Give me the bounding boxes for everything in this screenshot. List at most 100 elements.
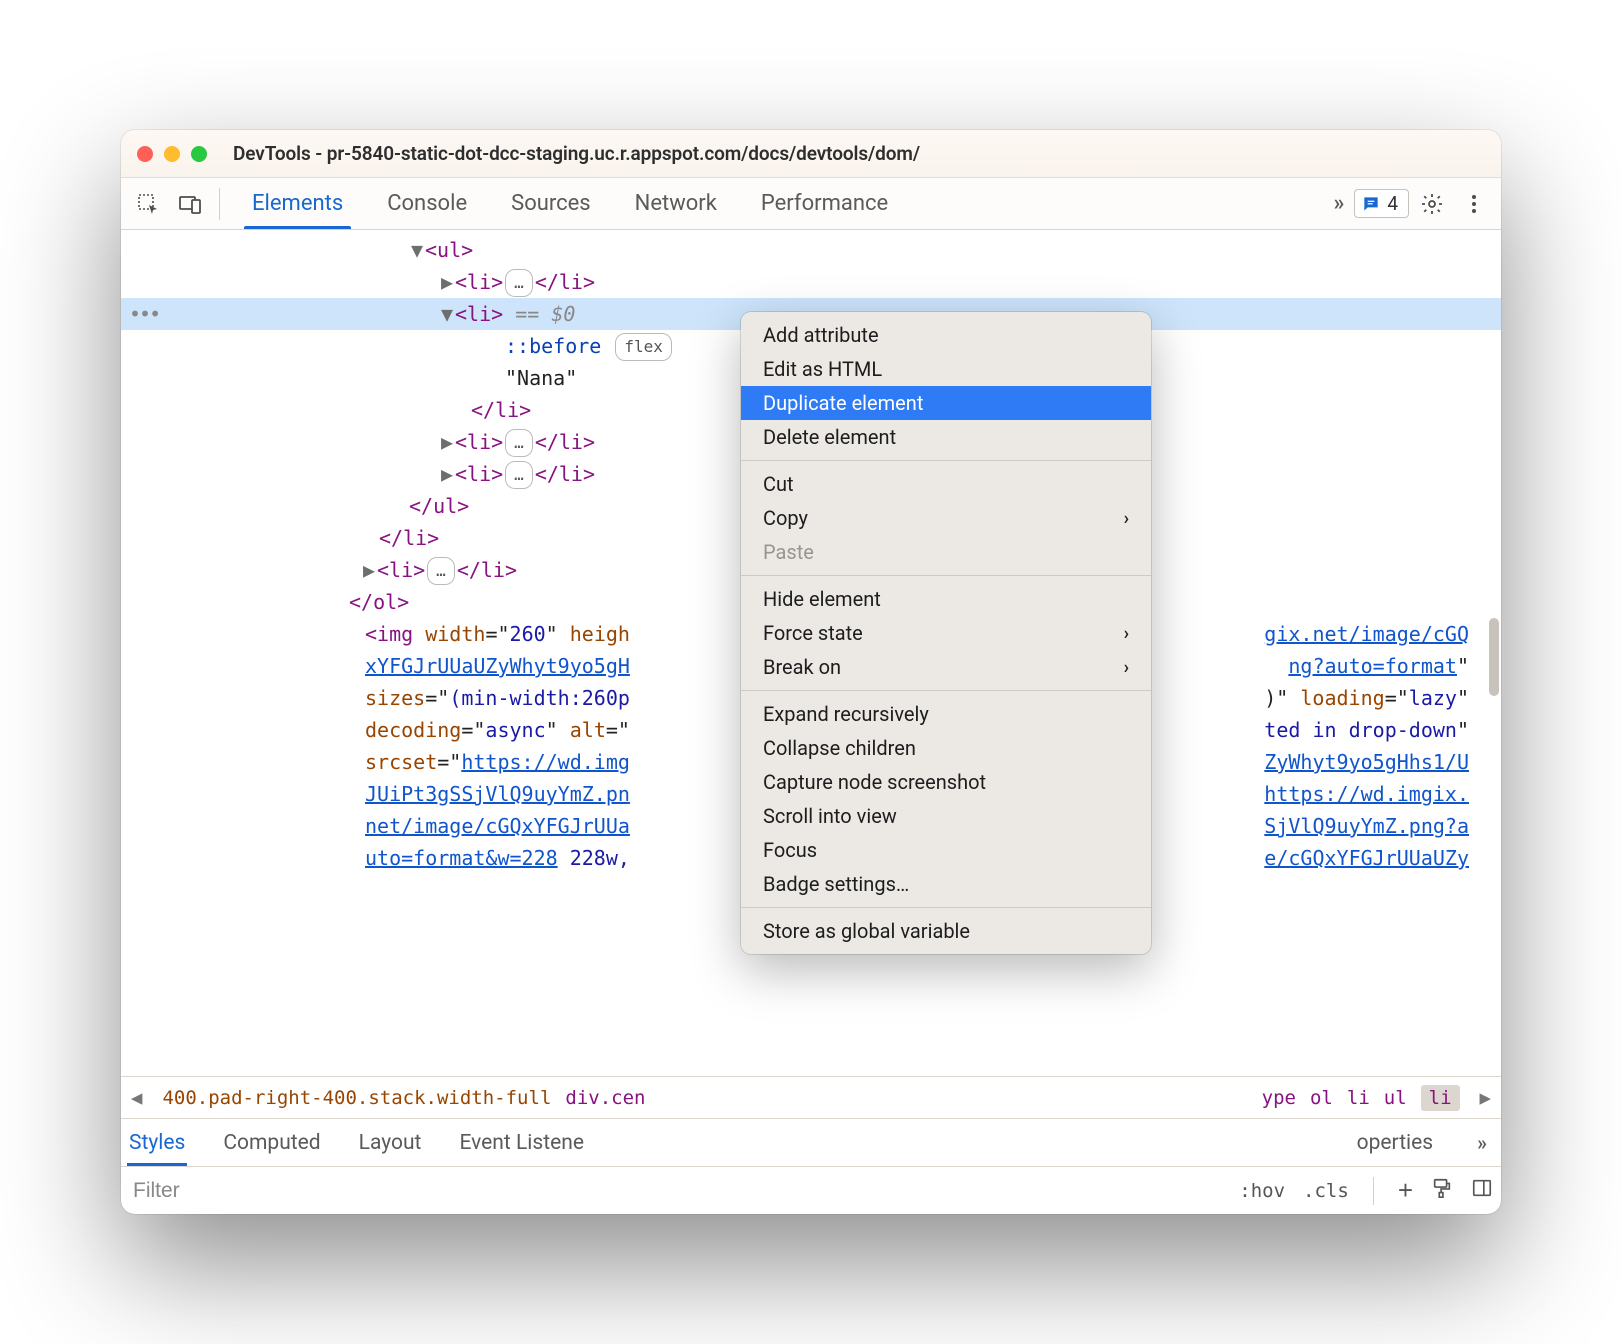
breadcrumb-item[interactable]: ul [1384,1087,1407,1109]
main-toolbar: Elements Console Sources Network Perform… [121,178,1501,230]
breadcrumb-item[interactable]: ype [1262,1087,1296,1109]
context-menu-label: Badge settings… [763,872,909,896]
li-close: </li> [471,398,531,422]
ul-open-tag[interactable]: <ul> [425,238,473,262]
context-menu-item[interactable]: Cut [741,467,1151,501]
styles-tabs-overflow-icon[interactable]: » [1471,1131,1493,1155]
styles-tab-event-listeners[interactable]: Event Listene [459,1119,584,1166]
context-menu-item[interactable]: Store as global variable [741,914,1151,948]
breadcrumb-item-active[interactable]: li [1421,1085,1460,1111]
breadcrumb-item[interactable]: li [1347,1087,1370,1109]
li-collapsed[interactable]: <li> [455,462,503,486]
context-menu-label: Force state [763,621,863,645]
scrollbar-thumb[interactable] [1489,618,1499,696]
device-toolbar-icon[interactable] [171,185,209,223]
styles-filter-bar: :hov .cls + [121,1166,1501,1214]
context-menu-separator [741,907,1151,908]
tab-network[interactable]: Network [613,178,739,229]
breadcrumb-item[interactable]: div.cen [565,1087,645,1109]
window-title: DevTools - pr-5840-static-dot-dcc-stagin… [233,142,920,165]
tab-console[interactable]: Console [365,178,489,229]
breadcrumb-item[interactable]: ol [1310,1087,1333,1109]
breadcrumb-right-arrow[interactable]: ▶ [1474,1087,1497,1109]
context-menu-item[interactable]: Add attribute [741,318,1151,352]
zoom-window-button[interactable] [191,146,207,162]
hov-toggle[interactable]: :hov [1239,1180,1285,1202]
issues-badge[interactable]: 4 [1354,189,1409,218]
context-menu-item[interactable]: Scroll into view [741,799,1151,833]
styles-tab-computed[interactable]: Computed [223,1119,320,1166]
devtools-window: DevTools - pr-5840-static-dot-dcc-stagin… [121,130,1501,1214]
context-menu-label: Add attribute [763,323,879,347]
flex-badge[interactable]: flex [615,333,672,361]
chevron-right-icon: › [1124,623,1129,644]
traffic-lights [137,146,207,162]
context-menu-item[interactable]: Break on› [741,650,1151,684]
collapsed-badge[interactable]: … [505,269,533,297]
context-menu-separator [741,690,1151,691]
tab-sources[interactable]: Sources [489,178,613,229]
context-menu-label: Scroll into view [763,804,897,828]
tab-performance[interactable]: Performance [739,178,910,229]
context-menu-label: Copy [763,506,808,530]
paint-icon[interactable] [1431,1177,1453,1204]
context-menu-label: Collapse children [763,736,916,760]
styles-tab-properties[interactable]: operties [1357,1119,1433,1166]
titlebar: DevTools - pr-5840-static-dot-dcc-stagin… [121,130,1501,178]
context-menu-item: Paste [741,535,1151,569]
context-menu-label: Capture node screenshot [763,770,986,794]
context-menu-item[interactable]: Edit as HTML [741,352,1151,386]
close-window-button[interactable] [137,146,153,162]
breadcrumb-classes[interactable]: 400.pad-right-400.stack.width-full [162,1087,551,1109]
context-menu-label: Focus [763,838,817,862]
breadcrumb-left-arrow[interactable]: ◀ [125,1087,148,1109]
issues-icon [1361,194,1381,214]
styles-tab-styles[interactable]: Styles [129,1119,185,1166]
context-menu: Add attribute Edit as HTML Duplicate eleme… [741,312,1151,954]
ul-close: </ul> [409,494,469,518]
styles-tabs: Styles Computed Layout Event Listene ope… [121,1118,1501,1166]
li-collapsed[interactable]: <li> [455,430,503,454]
context-menu-item[interactable]: Force state › [741,616,1151,650]
inspect-icon[interactable] [129,185,167,223]
context-menu-label: Duplicate element [763,391,923,415]
context-menu-item[interactable]: Duplicate element [741,386,1151,420]
context-menu-label: Store as global variable [763,919,970,943]
context-menu-item[interactable]: Expand recursively [741,697,1151,731]
cls-toggle[interactable]: .cls [1303,1180,1349,1202]
tabs-overflow-icon[interactable]: » [1327,191,1350,216]
context-menu-item[interactable]: Collapse children [741,731,1151,765]
issues-count: 4 [1387,192,1398,215]
styles-filter-input[interactable] [129,1179,1239,1203]
toolbar-separator [219,188,220,220]
context-menu-label: Cut [763,472,794,496]
computed-sidebar-icon[interactable] [1471,1177,1493,1204]
context-menu-separator [741,460,1151,461]
gutter-dots-icon[interactable]: ••• [129,298,159,330]
context-menu-label: Edit as HTML [763,357,882,381]
context-menu-label: Paste [763,540,814,564]
pseudo-before[interactable]: ::before [505,334,601,358]
settings-icon[interactable] [1413,185,1451,223]
minimize-window-button[interactable] [164,146,180,162]
context-menu-item[interactable]: Copy › [741,501,1151,535]
context-menu-item[interactable]: Delete element [741,420,1151,454]
context-menu-item[interactable]: Badge settings… [741,867,1151,901]
tab-elements[interactable]: Elements [230,178,365,229]
context-menu-separator [741,575,1151,576]
chevron-right-icon: › [1124,657,1129,678]
li-collapsed[interactable]: <li> [377,558,425,582]
styles-tab-layout[interactable]: Layout [359,1119,422,1166]
context-menu-item[interactable]: Focus [741,833,1151,867]
context-menu-item[interactable]: Hide element [741,582,1151,616]
kebab-menu-icon[interactable] [1455,185,1493,223]
panel-tabs: Elements Console Sources Network Perform… [230,178,1323,229]
li-collapsed[interactable]: <li> [455,270,503,294]
chevron-right-icon: › [1124,508,1129,529]
text-node[interactable]: "Nana" [505,366,577,390]
context-menu-item[interactable]: Capture node screenshot [741,765,1151,799]
breadcrumb-bar: ◀ 400.pad-right-400.stack.width-full div… [121,1076,1501,1118]
new-style-rule-icon[interactable]: + [1398,1175,1413,1206]
selected-indicator: == $0 [503,302,575,326]
ol-close: </ol> [349,590,409,614]
